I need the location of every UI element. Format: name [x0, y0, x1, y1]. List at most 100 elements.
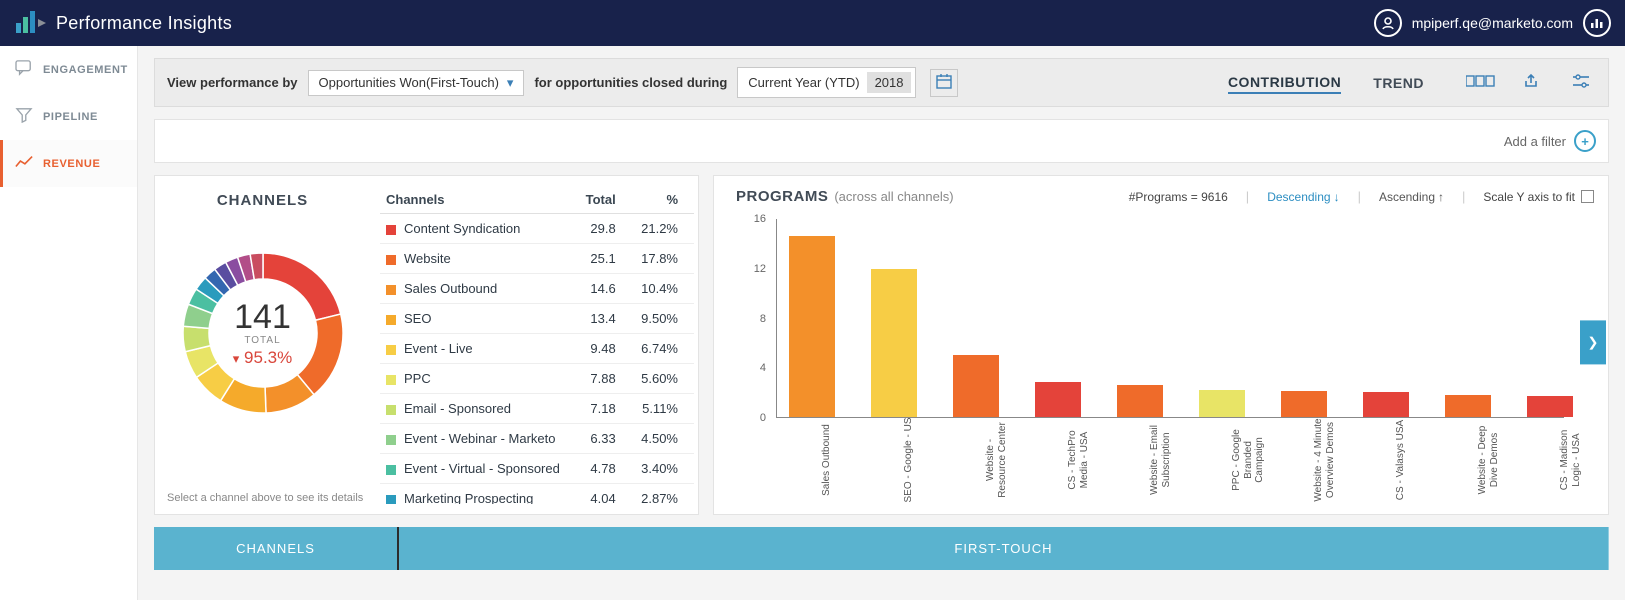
sidebar-item-label: PIPELINE [43, 111, 98, 123]
plus-icon: + [1581, 134, 1589, 149]
sort-desc[interactable]: Descending ↓ [1267, 190, 1339, 204]
programs-title: PROGRAMS [736, 188, 828, 205]
channels-panel: CHANNELS 141 TOTAL ▾ 95.3% Select a chan… [154, 175, 699, 515]
sort-asc[interactable]: Ascending ↑ [1379, 190, 1444, 204]
chart-next-button[interactable]: ❯ [1580, 320, 1606, 364]
settings-button[interactable] [1566, 71, 1596, 95]
tab-trend[interactable]: TREND [1373, 73, 1424, 93]
funnel-icon [15, 107, 33, 126]
programs-subtitle: (across all channels) [834, 189, 953, 204]
y-tick: 16 [754, 213, 766, 225]
filter-bar: View performance by Opportunities Won(Fi… [154, 58, 1609, 107]
table-row[interactable]: SEO13.49.50% [380, 304, 694, 334]
col-total[interactable]: Total [577, 186, 632, 214]
filter-prefix: View performance by [167, 75, 298, 90]
x-label: Website - Email Subscription [1149, 417, 1172, 503]
layout-icon [1466, 74, 1496, 91]
chevron-right-icon: ❯ [1588, 334, 1599, 350]
metric-value: Opportunities Won(First-Touch) [319, 75, 499, 90]
col-channels[interactable]: Channels [380, 186, 577, 214]
bar[interactable] [871, 269, 917, 418]
x-label: SEO - Google - US [903, 417, 915, 503]
programs-chart: 0 4 8 12 16 Sales Outbound SEO - Google - US W… [732, 213, 1564, 506]
table-row[interactable]: Website25.117.8% [380, 244, 694, 274]
channels-footer: Select a channel above to see its detail… [167, 492, 363, 504]
programs-count: #Programs = 9616 [1129, 190, 1228, 204]
add-filter-button[interactable]: + [1574, 130, 1596, 152]
x-label: PPC - Google Branded Campaign [1231, 417, 1266, 503]
trend-icon [15, 154, 33, 173]
programs-panel: PROGRAMS (across all channels) #Programs… [713, 175, 1609, 515]
filter-strip: Add a filter + [154, 119, 1609, 163]
arrow-up-icon: ↑ [1438, 190, 1444, 204]
table-row[interactable]: Sales Outbound14.610.4% [380, 274, 694, 304]
sidebar-item-label: REVENUE [43, 158, 100, 170]
y-tick: 0 [760, 412, 766, 424]
table-row[interactable]: Event - Webinar - Marketo6.334.50% [380, 424, 694, 454]
year-value: 2018 [867, 72, 912, 93]
table-row[interactable]: Event - Live9.486.74% [380, 334, 694, 364]
channels-donut[interactable]: 141 TOTAL ▾ 95.3% [173, 243, 353, 423]
donut-total: 141 [234, 298, 291, 337]
bar[interactable] [1363, 392, 1409, 417]
bar[interactable] [1035, 382, 1081, 417]
sidebar-item-revenue[interactable]: REVENUE [0, 140, 137, 187]
export-icon [1523, 73, 1539, 92]
btab-first-touch[interactable]: FIRST-TOUCH [399, 527, 1609, 570]
filter-middle: for opportunities closed during [534, 75, 727, 90]
bar[interactable] [1445, 395, 1491, 417]
metric-select[interactable]: Opportunities Won(First-Touch) ▾ [308, 70, 525, 96]
period-select[interactable]: Current Year (YTD) 2018 [737, 67, 916, 98]
bar[interactable] [1527, 396, 1573, 417]
chevron-down-icon: ▾ [507, 75, 514, 91]
bar[interactable] [789, 236, 835, 417]
marketo-icon[interactable] [1583, 9, 1611, 37]
channels-table: Channels Total % Content Syndication29.8… [380, 186, 694, 504]
tab-contribution[interactable]: CONTRIBUTION [1228, 72, 1341, 94]
sidebar-item-label: ENGAGEMENT [43, 64, 128, 76]
channels-title: CHANNELS [155, 192, 370, 209]
bar[interactable] [1117, 385, 1163, 417]
table-row[interactable]: PPC7.885.60% [380, 364, 694, 394]
channels-table-scroll[interactable]: Channels Total % Content Syndication29.8… [380, 186, 694, 504]
bar[interactable] [953, 355, 999, 417]
table-row[interactable]: Content Syndication29.821.2% [380, 214, 694, 244]
bar[interactable] [1281, 391, 1327, 417]
chat-icon [15, 60, 33, 79]
brand: Performance Insights [14, 9, 232, 37]
layout-button[interactable] [1466, 71, 1496, 95]
x-label: Website - Resource Center [985, 417, 1008, 503]
logo-icon [14, 9, 46, 37]
y-tick: 12 [754, 263, 766, 275]
donut-pct: ▾ 95.3% [233, 348, 292, 368]
donut-label: TOTAL [244, 335, 280, 346]
export-button[interactable] [1516, 71, 1546, 95]
app-title: Performance Insights [56, 13, 232, 34]
user-email: mpiperf.qe@marketo.com [1412, 15, 1573, 31]
x-label: Website - 4 Minute Overview Demos [1313, 417, 1336, 503]
sidebar-item-pipeline[interactable]: PIPELINE [0, 93, 137, 140]
bar[interactable] [1199, 390, 1245, 417]
user-icon [1374, 9, 1402, 37]
main: View performance by Opportunities Won(Fi… [138, 46, 1625, 600]
sidebar-item-engagement[interactable]: ENGAGEMENT [0, 46, 137, 93]
btab-channels[interactable]: CHANNELS [154, 527, 399, 570]
top-bar: Performance Insights mpiperf.qe@marketo.… [0, 0, 1625, 46]
arrow-down-icon: ↓ [1334, 190, 1340, 204]
calendar-button[interactable] [930, 69, 958, 97]
scale-y-toggle[interactable]: Scale Y axis to fit [1483, 190, 1594, 204]
calendar-icon [935, 72, 953, 93]
y-tick: 4 [760, 362, 766, 374]
x-label: Sales Outbound [821, 417, 833, 503]
table-row[interactable]: Marketing Prospecting4.042.87% [380, 484, 694, 505]
y-tick: 8 [760, 313, 766, 325]
col-pct[interactable]: % [632, 186, 694, 214]
period-value: Current Year (YTD) [748, 75, 859, 90]
table-row[interactable]: Email - Sponsored7.185.11% [380, 394, 694, 424]
x-label: CS - Valasys USA [1395, 417, 1407, 503]
x-label: CS - TechPro Media - USA [1067, 417, 1090, 503]
checkbox-icon [1581, 190, 1594, 203]
table-row[interactable]: Event - Virtual - Sponsored4.783.40% [380, 454, 694, 484]
x-label: CS - Madison Logic - USA [1559, 417, 1582, 503]
user-block[interactable]: mpiperf.qe@marketo.com [1374, 9, 1611, 37]
